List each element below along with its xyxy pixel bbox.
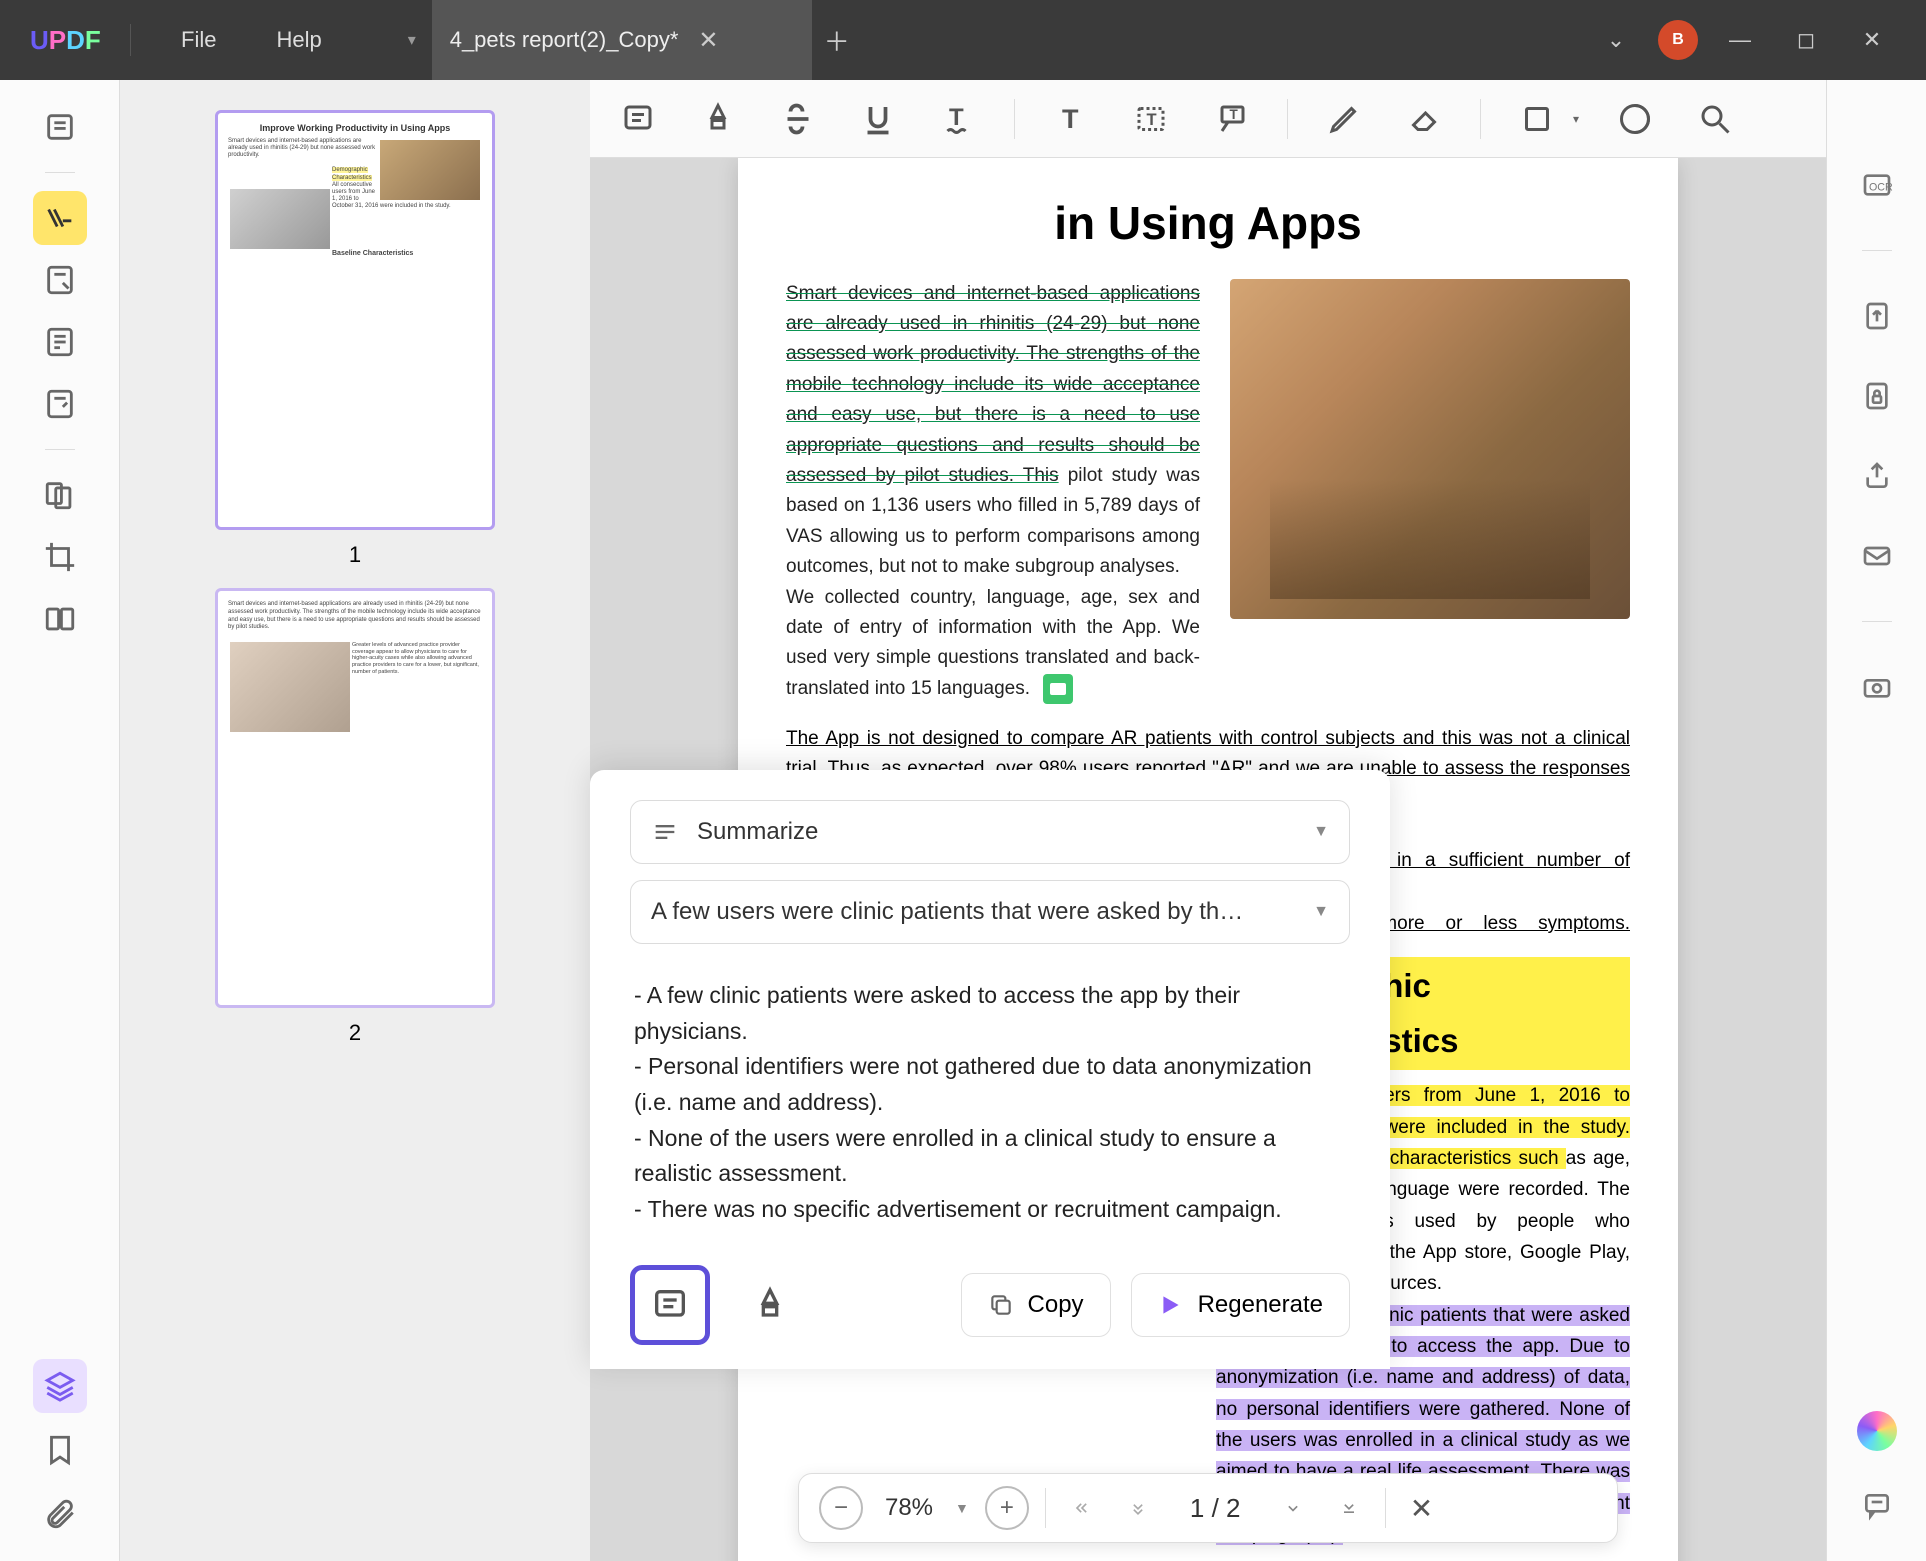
zoom-out-button[interactable]: − [819, 1486, 863, 1530]
zoom-navigation-bar: − 78% ▼ + 1 / 2 ✕ [798, 1473, 1618, 1543]
annotation-toolbar: T T T T ▾ [590, 80, 1826, 158]
strikethrough-tool-icon[interactable] [774, 95, 822, 143]
ai-source-select[interactable]: A few users were clinic patients that we… [630, 880, 1350, 944]
squiggly-tool-icon[interactable]: T [934, 95, 982, 143]
thumbnail-number: 1 [215, 542, 495, 568]
eraser-tool-icon[interactable] [1400, 95, 1448, 143]
close-window-button[interactable]: ✕ [1848, 16, 1896, 64]
compare-icon[interactable] [33, 592, 87, 646]
page-title: in Using Apps [786, 198, 1630, 249]
reader-mode-icon[interactable] [33, 100, 87, 154]
zoom-level[interactable]: 78% [879, 1494, 939, 1522]
tab-menu-icon[interactable]: ▾ [392, 0, 432, 80]
chevron-down-icon[interactable]: ⌄ [1592, 16, 1640, 64]
body-text: Smart devices and internet-based applica… [786, 279, 1200, 704]
ai-mode-select[interactable]: Summarize ▼ [630, 800, 1350, 864]
sticky-note-button[interactable] [630, 1265, 710, 1345]
svg-text:T: T [1147, 111, 1157, 129]
user-avatar[interactable]: B [1658, 20, 1698, 60]
svg-text:T: T [1062, 104, 1079, 134]
thumbnail-panel: Improve Working Productivity in Using Ap… [120, 80, 590, 1561]
form-tool-icon[interactable] [33, 377, 87, 431]
ai-summary-panel: Summarize ▼ A few users were clinic pati… [590, 770, 1390, 1369]
comment-panel-icon[interactable] [1852, 1481, 1902, 1531]
textbox-tool-icon[interactable]: T [1127, 95, 1175, 143]
document-tab[interactable]: 4_pets report(2)_Copy* ✕ [432, 0, 812, 80]
share-icon[interactable] [1852, 451, 1902, 501]
edit-text-icon[interactable] [33, 253, 87, 307]
shape-dropdown-icon[interactable]: ▾ [1573, 112, 1579, 126]
shape-tool-icon[interactable] [1513, 95, 1561, 143]
pencil-tool-icon[interactable] [1320, 95, 1368, 143]
stamp-tool-icon[interactable] [1611, 95, 1659, 143]
comment-tool-icon[interactable] [33, 191, 87, 245]
ai-source-text: A few users were clinic patients that we… [651, 898, 1295, 926]
bookmark-icon[interactable] [33, 1423, 87, 1477]
minimize-button[interactable]: — [1716, 16, 1764, 64]
text-tool-icon[interactable]: T [1047, 95, 1095, 143]
tab-title: 4_pets report(2)_Copy* [450, 27, 679, 53]
file-menu[interactable]: File [151, 27, 246, 53]
next-page-button[interactable] [1273, 1488, 1313, 1528]
right-sidebar: OCR [1826, 80, 1926, 1561]
layers-icon[interactable] [33, 1359, 87, 1413]
zoom-in-button[interactable]: + [985, 1486, 1029, 1530]
email-icon[interactable] [1852, 531, 1902, 581]
close-bar-button[interactable]: ✕ [1402, 1488, 1442, 1528]
regenerate-button[interactable]: Regenerate [1131, 1273, 1350, 1337]
titlebar: UPDF File Help ▾ 4_pets report(2)_Copy* … [0, 0, 1926, 80]
document-image [1230, 279, 1630, 619]
note-tool-icon[interactable] [614, 95, 662, 143]
callout-tool-icon[interactable]: T [1207, 95, 1255, 143]
highlight-output-button[interactable] [730, 1265, 810, 1345]
crop-tool-icon[interactable] [33, 530, 87, 584]
left-sidebar [0, 80, 120, 1561]
first-page-button[interactable] [1062, 1488, 1102, 1528]
svg-text:T: T [1230, 107, 1239, 122]
help-menu[interactable]: Help [246, 27, 351, 53]
highlight-tool-icon[interactable] [694, 95, 742, 143]
ai-assistant-icon[interactable] [1857, 1411, 1897, 1451]
copy-button[interactable]: Copy [961, 1273, 1111, 1337]
svg-text:OCR: OCR [1869, 181, 1893, 193]
export-icon[interactable] [1852, 291, 1902, 341]
new-tab-button[interactable]: ＋ [812, 0, 862, 80]
underline-tool-icon[interactable] [854, 95, 902, 143]
ai-mode-label: Summarize [697, 818, 1295, 846]
ai-summary-output: - A few clinic patients were asked to ac… [630, 960, 1350, 1245]
search-icon[interactable] [1691, 95, 1739, 143]
ocr-icon[interactable]: OCR [1852, 160, 1902, 210]
page-indicator[interactable]: 1 / 2 [1174, 1493, 1257, 1524]
tab-close-icon[interactable]: ✕ [698, 26, 718, 55]
chevron-down-icon[interactable]: ▼ [955, 1500, 969, 1516]
organize-pages-icon[interactable] [33, 468, 87, 522]
app-logo: UPDF [0, 25, 110, 56]
comment-marker-icon[interactable] [1043, 674, 1073, 704]
svg-text:T: T [949, 104, 964, 131]
page-tools-icon[interactable] [33, 315, 87, 369]
chevron-down-icon: ▼ [1313, 903, 1329, 921]
screenshot-icon[interactable] [1852, 662, 1902, 712]
chevron-down-icon: ▼ [1313, 823, 1329, 841]
protect-icon[interactable] [1852, 371, 1902, 421]
maximize-button[interactable]: ◻ [1782, 16, 1830, 64]
thumbnail-page-2[interactable]: Smart devices and internet-based applica… [215, 588, 495, 1008]
prev-page-button[interactable] [1118, 1488, 1158, 1528]
thumbnail-number: 2 [215, 1020, 495, 1046]
last-page-button[interactable] [1329, 1488, 1369, 1528]
thumbnail-page-1[interactable]: Improve Working Productivity in Using Ap… [215, 110, 495, 530]
attachment-icon[interactable] [33, 1487, 87, 1541]
main-document-area: T T T T ▾ in Using Apps Smart devices an… [590, 80, 1826, 1561]
